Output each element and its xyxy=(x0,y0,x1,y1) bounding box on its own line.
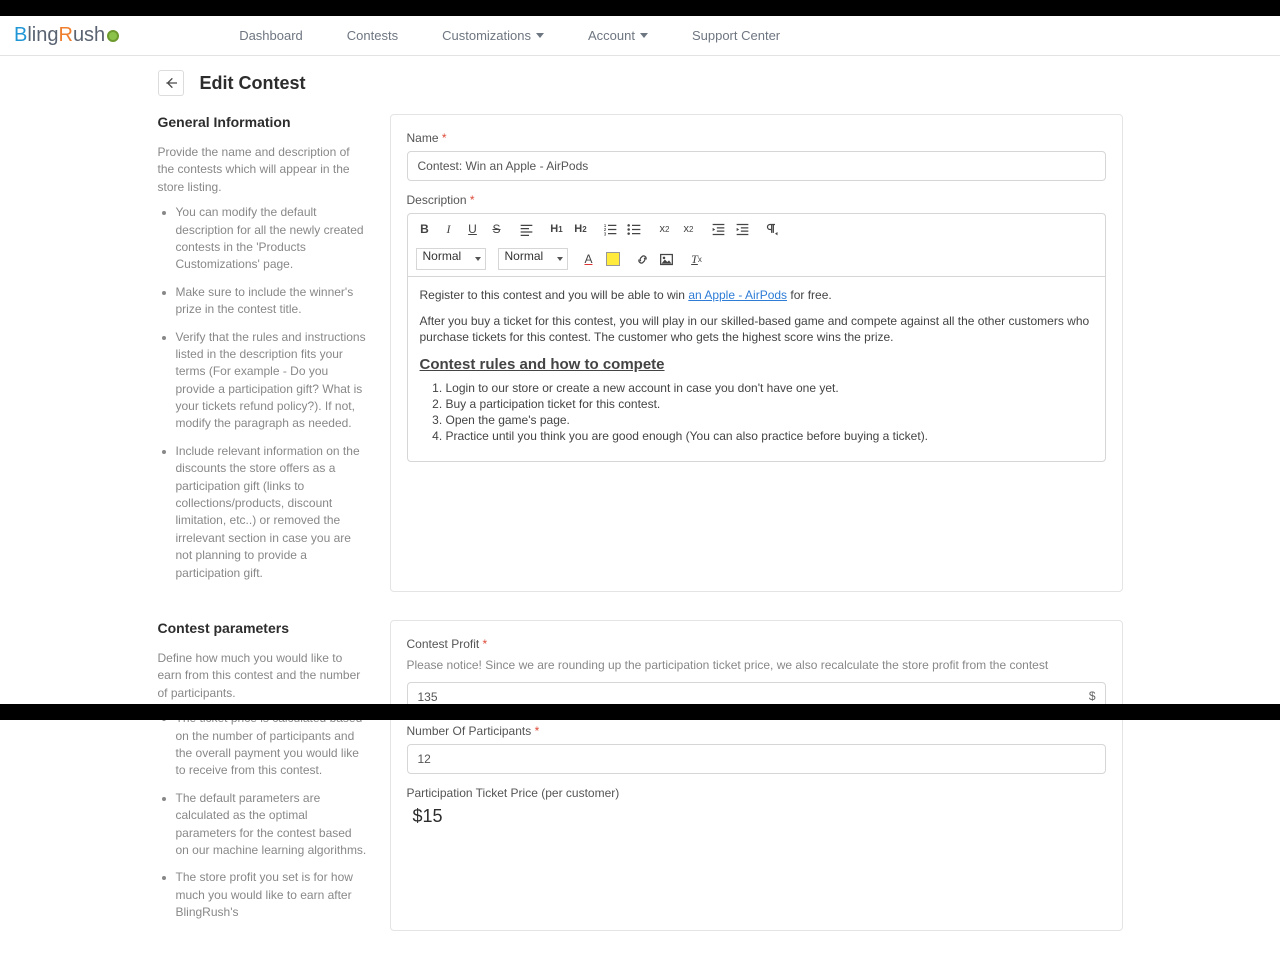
prize-link[interactable]: an Apple - AirPods xyxy=(688,288,787,302)
info-bullet: Make sure to include the winner's prize … xyxy=(176,284,368,319)
currency-suffix: $ xyxy=(1089,689,1096,703)
direction-icon xyxy=(765,222,780,237)
general-info-sidebar: General Information Provide the name and… xyxy=(158,114,368,592)
chevron-down-icon xyxy=(475,257,481,261)
description-label: Description * xyxy=(407,193,1106,207)
letterbox-bottom xyxy=(0,704,1280,720)
section-heading: General Information xyxy=(158,114,368,130)
link-icon xyxy=(635,252,650,267)
text-color-button[interactable]: A xyxy=(580,250,598,268)
name-input[interactable] xyxy=(407,151,1106,181)
rule-item: Practice until you think you are good en… xyxy=(446,429,1093,443)
info-bullet: Verify that the rules and instructions l… xyxy=(176,329,368,433)
h2-button[interactable]: H2 xyxy=(572,220,590,238)
align-button[interactable] xyxy=(518,220,536,238)
main-nav: Dashboard Contests Customizations Accoun… xyxy=(239,28,780,43)
chevron-down-icon xyxy=(557,257,563,261)
svg-text:3: 3 xyxy=(604,231,607,236)
list-ol-icon: 123 xyxy=(603,222,618,237)
align-icon xyxy=(519,222,534,237)
contest-params-card: Contest Profit * Please notice! Since we… xyxy=(390,620,1123,931)
section-intro: Provide the name and description of the … xyxy=(158,144,368,196)
rule-item: Buy a participation ticket for this cont… xyxy=(446,397,1093,411)
nav-support[interactable]: Support Center xyxy=(692,28,780,43)
description-editor[interactable]: Register to this contest and you will be… xyxy=(407,276,1106,462)
top-bar: BlingRush Dashboard Contests Customizati… xyxy=(0,16,1280,56)
nav-dashboard[interactable]: Dashboard xyxy=(239,28,303,43)
clear-format-button[interactable]: Tx xyxy=(688,250,706,268)
chevron-down-icon xyxy=(640,33,648,38)
size-select[interactable]: Normal xyxy=(498,248,568,270)
indent-icon xyxy=(735,222,750,237)
nav-account[interactable]: Account xyxy=(588,28,648,43)
image-icon xyxy=(659,252,674,267)
ordered-list-button[interactable]: 123 xyxy=(602,220,620,238)
direction-button[interactable] xyxy=(764,220,782,238)
nav-customizations[interactable]: Customizations xyxy=(442,28,544,43)
brand-logo[interactable]: BlingRush xyxy=(14,24,119,47)
info-bullet: You can modify the default description f… xyxy=(176,204,368,274)
chevron-down-icon xyxy=(536,33,544,38)
unordered-list-button[interactable] xyxy=(626,220,644,238)
strike-button[interactable]: S xyxy=(488,220,506,238)
profit-label: Contest Profit * xyxy=(407,637,1106,651)
name-label: Name * xyxy=(407,131,1106,145)
link-button[interactable] xyxy=(634,250,652,268)
rules-heading: Contest rules and how to compete xyxy=(420,356,1093,373)
subscript-button[interactable]: x2 xyxy=(656,220,674,238)
rule-item: Open the game's page. xyxy=(446,413,1093,427)
image-button[interactable] xyxy=(658,250,676,268)
general-info-card: Name * Description * B I U S H1 xyxy=(390,114,1123,592)
info-bullet: The ticket price is calculated based on … xyxy=(176,710,368,780)
page-header: Edit Contest xyxy=(158,70,1123,96)
profit-help: Please notice! Since we are rounding up … xyxy=(407,657,1106,674)
page-title: Edit Contest xyxy=(200,73,306,94)
rule-item: Login to our store or create a new accou… xyxy=(446,381,1093,395)
nav-contests[interactable]: Contests xyxy=(347,28,398,43)
participants-label: Number Of Participants * xyxy=(407,724,1106,738)
back-button[interactable] xyxy=(158,70,184,96)
italic-button[interactable]: I xyxy=(440,220,458,238)
underline-button[interactable]: U xyxy=(464,220,482,238)
list-ul-icon xyxy=(627,222,642,237)
outdent-icon xyxy=(711,222,726,237)
bold-button[interactable]: B xyxy=(416,220,434,238)
outdent-button[interactable] xyxy=(710,220,728,238)
ticket-price-label: Participation Ticket Price (per customer… xyxy=(407,786,1106,800)
info-bullet: The store profit you set is for how much… xyxy=(176,869,368,921)
h1-button[interactable]: H1 xyxy=(548,220,566,238)
participants-input[interactable] xyxy=(407,744,1106,774)
highlight-button[interactable] xyxy=(604,250,622,268)
arrow-left-icon xyxy=(163,75,179,91)
indent-button[interactable] xyxy=(734,220,752,238)
section-heading: Contest parameters xyxy=(158,620,368,636)
ticket-price-value: $15 xyxy=(407,806,1106,827)
letterbox-top xyxy=(0,0,1280,16)
contest-params-sidebar: Contest parameters Define how much you w… xyxy=(158,620,368,931)
section-intro: Define how much you would like to earn f… xyxy=(158,650,368,702)
superscript-button[interactable]: x2 xyxy=(680,220,698,238)
info-bullet: Include relevant information on the disc… xyxy=(176,443,368,582)
info-bullet: The default parameters are calculated as… xyxy=(176,790,368,860)
editor-toolbar: B I U S H1 H2 123 xyxy=(407,213,1106,276)
font-select[interactable]: Normal xyxy=(416,248,486,270)
